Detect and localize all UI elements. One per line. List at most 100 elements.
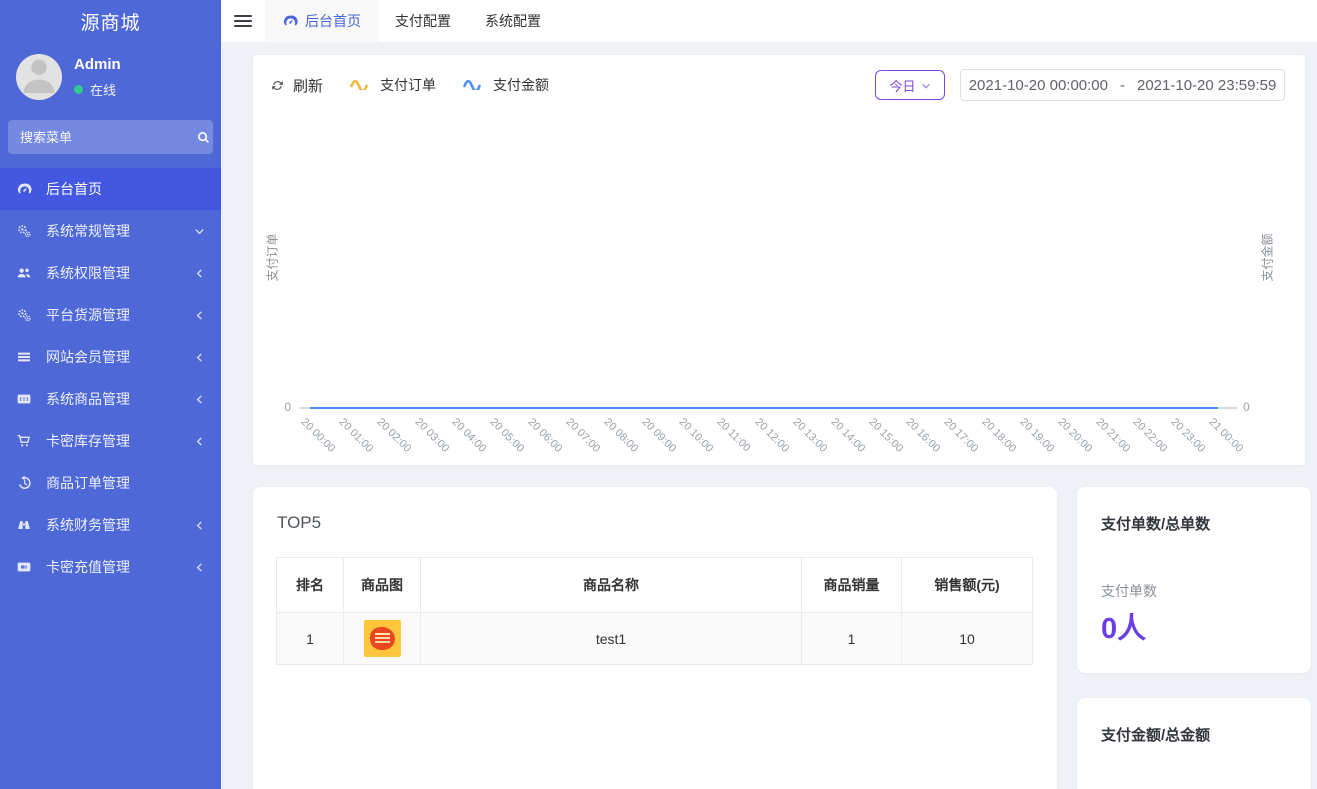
chevron-left-icon [194, 310, 205, 321]
product-thumbnail [364, 620, 401, 657]
table-icon [16, 349, 36, 365]
chevron-left-icon [194, 352, 205, 363]
x-axis-tick-label: 20 16:00 [904, 416, 943, 455]
sidebar-item-dashboard[interactable]: 后台首页 [0, 168, 221, 210]
stat-metric-value: 0人 [1101, 605, 1146, 647]
user-panel: Admin 在线 [0, 48, 221, 114]
x-axis-tick-label: 20 21:00 [1093, 416, 1132, 455]
x-axis-tick-label: 20 18:00 [980, 416, 1019, 455]
chevron-left-icon [194, 520, 205, 531]
gears-icon [16, 307, 36, 323]
sidebar-item-label: 卡密充值管理 [46, 557, 194, 577]
hamburger-icon[interactable] [221, 0, 265, 42]
x-axis-tick-label: 20 12:00 [753, 416, 792, 455]
x-axis-tick-label: 20 22:00 [1131, 416, 1170, 455]
x-axis-tick-label: 20 15:00 [866, 416, 905, 455]
main-area: 后台首页支付配置系统配置 刷新 支付订单支付金额 今日 [221, 0, 1317, 789]
sidebar-item-platform-supply[interactable]: 平台货源管理 [0, 294, 221, 336]
x-axis-tick-label: 20 03:00 [412, 416, 451, 455]
sidebar-menu: 后台首页系统常规管理系统权限管理平台货源管理网站会员管理系统商品管理卡密库存管理… [0, 168, 221, 588]
stat-card-amount: 支付金额/总金额 [1077, 698, 1311, 789]
table-header-cell: 排名 [277, 558, 344, 613]
sidebar-item-system-finance[interactable]: 系统财务管理 [0, 504, 221, 546]
sidebar-item-system-general[interactable]: 系统常规管理 [0, 210, 221, 252]
stat-card-orders: 支付单数/总单数 支付单数 0人 [1077, 487, 1311, 673]
sidebar-item-goods-orders[interactable]: 商品订单管理 [0, 462, 221, 504]
x-axis-tick-label: 20 11:00 [715, 416, 753, 454]
sidebar-item-system-permission[interactable]: 系统权限管理 [0, 252, 221, 294]
y-axis-title-left: 支付订单 [264, 218, 281, 298]
history-icon [16, 475, 36, 491]
sidebar: 源商城 Admin 在线 后台首页系统常规管理系统权限管理平台货源管理网站会员管… [0, 0, 221, 789]
tab-payment-config[interactable]: 支付配置 [378, 0, 468, 42]
search-input[interactable] [20, 130, 196, 145]
topbar: 后台首页 支付配置系统配置 [221, 0, 1317, 42]
table-header-row: 排名商品图商品名称商品销量销售额(元) [277, 558, 1033, 613]
chart-card: 刷新 支付订单支付金额 今日 2021-10-20 00:00:00 - 202… [253, 55, 1305, 465]
x-axis-tick-label: 20 05:00 [488, 416, 527, 455]
table-header-cell: 销售额(元) [902, 558, 1033, 613]
content: 刷新 支付订单支付金额 今日 2021-10-20 00:00:00 - 202… [221, 42, 1317, 789]
x-axis-tick-label: 20 00:00 [299, 416, 338, 455]
amount-cell: 10 [902, 613, 1033, 665]
sidebar-item-card-recharge[interactable]: 卡密充值管理 [0, 546, 221, 588]
x-axis-tick-label: 20 23:00 [1169, 416, 1208, 455]
card-icon [16, 391, 36, 407]
sales-cell: 1 [802, 613, 902, 665]
sidebar-item-card-stock[interactable]: 卡密库存管理 [0, 420, 221, 462]
users-icon [16, 265, 36, 281]
sidebar-search [8, 120, 213, 154]
table-header-cell: 商品销量 [802, 558, 902, 613]
x-axis-tick-label: 20 10:00 [677, 416, 716, 455]
x-axis-tick-label: 20 06:00 [526, 416, 565, 455]
chevron-down-icon [194, 226, 205, 237]
y-axis-zero-left: 0 [269, 400, 291, 414]
sidebar-item-site-members[interactable]: 网站会员管理 [0, 336, 221, 378]
gears-icon [16, 223, 36, 239]
sidebar-item-label: 卡密库存管理 [46, 431, 194, 451]
x-axis-tick-label: 20 20:00 [1055, 416, 1094, 455]
stat-title: 支付单数/总单数 [1101, 513, 1210, 534]
sidebar-item-system-goods[interactable]: 系统商品管理 [0, 378, 221, 420]
table-row: 1test1110 [277, 613, 1033, 665]
credit-card-icon [16, 559, 36, 575]
brand-title: 源商城 [0, 0, 221, 48]
tab-label: 后台首页 [305, 11, 361, 31]
tab-strip: 后台首页 支付配置系统配置 [265, 0, 558, 42]
stat-metric-label: 支付单数 [1101, 581, 1157, 601]
sidebar-item-label: 系统权限管理 [46, 263, 194, 283]
rank-cell: 1 [277, 613, 344, 665]
user-status: 在线 [74, 80, 121, 99]
tab-label: 支付配置 [395, 11, 451, 31]
chevron-left-icon [194, 562, 205, 573]
tab-system-config[interactable]: 系统配置 [468, 0, 558, 42]
binoculars-icon [16, 517, 36, 533]
chevron-left-icon [194, 394, 205, 405]
x-axis-tick-label: 20 19:00 [1017, 416, 1056, 455]
x-axis-tick-label: 20 01:00 [336, 416, 375, 455]
x-axis-tick-label: 20 13:00 [790, 416, 829, 455]
series-line [310, 407, 1218, 409]
top5-card: TOP5 排名商品图商品名称商品销量销售额(元) 1test1110 [253, 487, 1057, 789]
x-axis-tick-label: 20 04:00 [450, 416, 489, 455]
search-icon[interactable] [196, 130, 211, 145]
sidebar-item-label: 系统常规管理 [46, 221, 194, 241]
tab-dashboard[interactable]: 后台首页 [265, 0, 378, 42]
chevron-left-icon [194, 436, 205, 447]
x-axis-tick-label: 20 09:00 [639, 416, 678, 455]
x-axis-tick-label: 20 14:00 [828, 416, 867, 455]
x-axis-tick-label: 20 07:00 [563, 416, 602, 455]
x-axis-tick-label: 20 02:00 [374, 416, 413, 455]
sidebar-item-label: 平台货源管理 [46, 305, 194, 325]
image-cell [344, 613, 421, 665]
x-axis-tick-label: 21 00:00 [1207, 416, 1246, 455]
sidebar-item-label: 后台首页 [46, 179, 205, 199]
line-chart: 支付订单 支付金额 0 0 20 00:0020 01:0020 02:0020… [253, 55, 1305, 465]
tachometer-icon [16, 181, 36, 197]
person-icon [16, 54, 62, 100]
user-status-label: 在线 [90, 80, 116, 99]
avatar [16, 54, 62, 100]
sidebar-item-label: 系统商品管理 [46, 389, 194, 409]
y-axis-title-right: 支付金额 [1259, 218, 1276, 298]
stat-title: 支付金额/总金额 [1101, 724, 1210, 745]
